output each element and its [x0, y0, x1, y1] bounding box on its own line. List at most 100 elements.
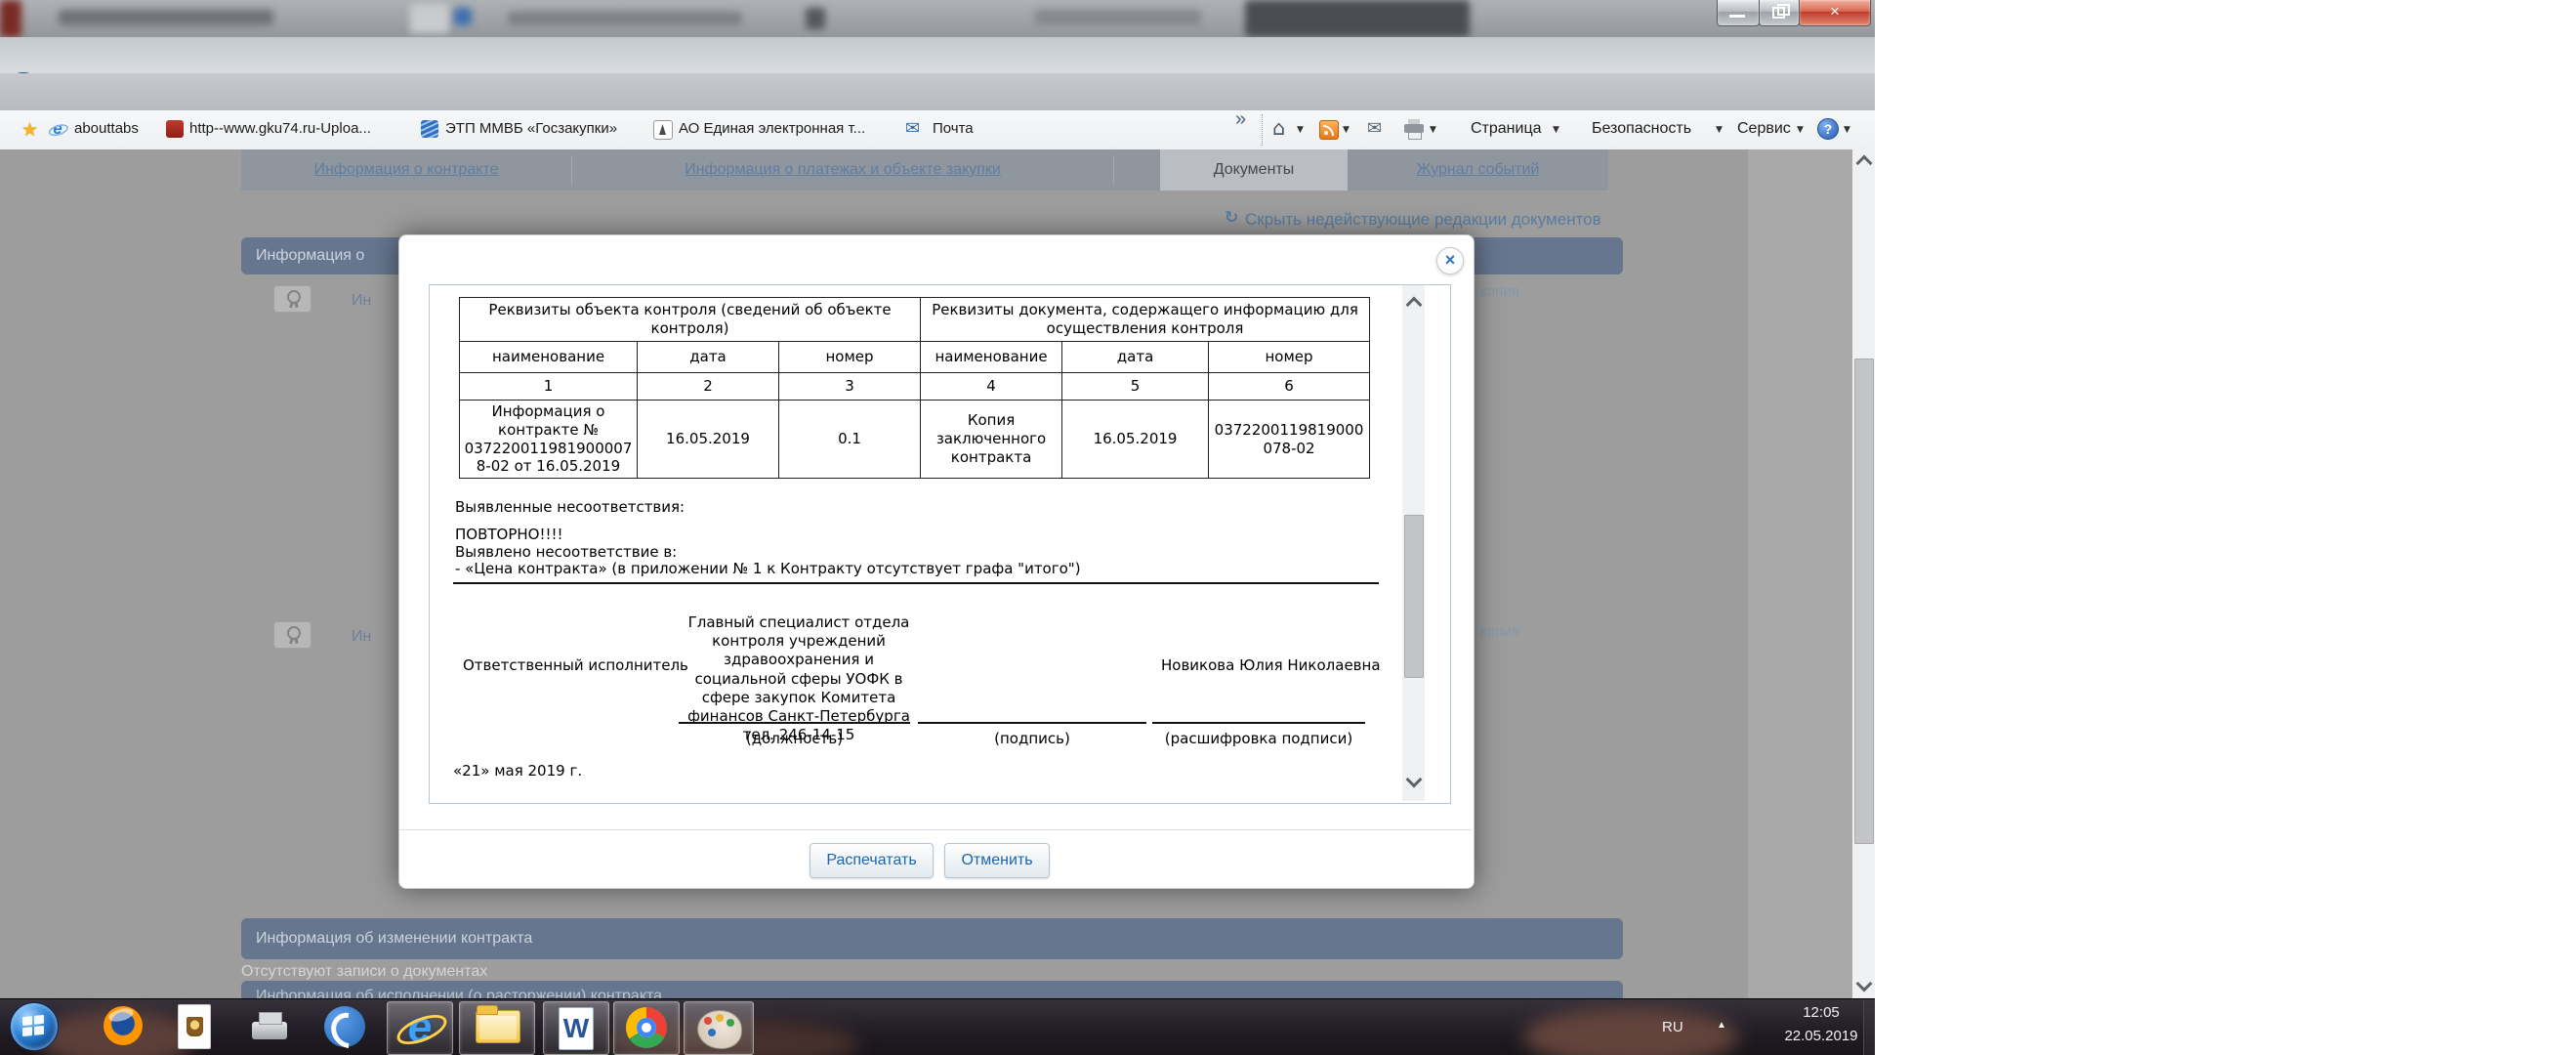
tools-caret-icon[interactable]: ▼ [1797, 125, 1804, 135]
clock-date[interactable]: 22.05.2019 [1769, 1028, 1873, 1044]
home-caret-icon[interactable]: ▼ [1297, 125, 1304, 135]
glass-blur-blob [410, 4, 449, 33]
signature-name: Новикова Юлия Николаевна [1161, 656, 1381, 674]
help-icon[interactable]: ? [1817, 118, 1839, 140]
control-requisites-table: Реквизиты объекта контроля (сведений об … [459, 297, 1370, 479]
tab-event-log[interactable]: Журнал событий [1348, 149, 1608, 190]
document-preview-area: Реквизиты объекта контроля (сведений об … [429, 284, 1451, 804]
rss-icon[interactable] [1319, 120, 1339, 140]
taskbar-explorer-button[interactable] [459, 1001, 535, 1055]
restore-button[interactable] [1759, 0, 1800, 26]
document-scrollbar-thumb[interactable] [1404, 515, 1424, 678]
security-caret-icon[interactable]: ▼ [1716, 125, 1723, 135]
scroll-up-icon[interactable] [1856, 155, 1873, 172]
favorite-mail[interactable]: Почта [933, 120, 974, 137]
document-link-fragment: Ин [352, 292, 373, 310]
modal-footer-divider [399, 829, 1472, 830]
cancel-button[interactable]: Отменить [944, 843, 1050, 878]
glass-blur-blob [508, 12, 742, 25]
menu-page[interactable]: Страница [1471, 120, 1542, 138]
show-desktop-button[interactable] [1863, 999, 1875, 1055]
copy-link-fragment[interactable]: копия [1480, 623, 1519, 640]
signature-line [1152, 722, 1365, 724]
menu-security[interactable]: Безопасность [1592, 120, 1691, 138]
taskbar-word-button[interactable]: W [543, 1001, 609, 1055]
clock-time[interactable]: 12:05 [1777, 1004, 1865, 1021]
add-favorite-star-icon[interactable]: ★ [21, 119, 38, 141]
taskbar-gerb-document-icon[interactable] [178, 1004, 211, 1049]
cell-doc-number: 0372200119819000078-02 [1209, 401, 1370, 479]
favorite-eetp[interactable]: АО Единая электронная т... [679, 120, 865, 137]
document-scrollbar[interactable] [1402, 285, 1425, 801]
help-caret-icon[interactable]: ▼ [1844, 125, 1850, 135]
favorites-bar: ★ e abouttabs http--www.gku74.ru-Uploa..… [0, 110, 1875, 150]
favorite-etp-mmvb[interactable]: ЭТП ММВБ «Госзакупки» [445, 120, 617, 137]
page-scrollbar-thumb[interactable] [1854, 359, 1874, 844]
glass-blur-blob [806, 8, 825, 29]
menu-tools[interactable]: Сервис [1737, 120, 1791, 138]
contract-tabs-strip: Информация о контракте Информация о плат… [241, 149, 1608, 190]
findings-title: Выявленные несоответствия: [455, 498, 685, 516]
col-number: 2 [638, 373, 779, 401]
tab-documents-active[interactable]: Документы [1160, 149, 1348, 190]
hide-invalid-versions-link[interactable]: Скрыть недействующие редакции документов [1245, 210, 1601, 230]
copy-link-fragment[interactable]: копия [1480, 283, 1519, 300]
favorite-abouttabs[interactable]: abouttabs [74, 120, 139, 137]
cell-object-number: 0.1 [779, 401, 921, 479]
page-right-margin [1748, 149, 1852, 998]
print-caret-icon[interactable]: ▼ [1430, 125, 1436, 135]
signature-date: «21» мая 2019 г. [453, 762, 582, 780]
col-number: 6 [1209, 373, 1370, 401]
section-header-contract-change: Информация об изменении контракта [241, 918, 1623, 959]
desktop-screenshot: × ← → ↻ https://zakupki.gov.ru/rgk/contr… [0, 0, 2576, 1055]
cell-doc-date: 16.05.2019 [1062, 401, 1209, 479]
favicon-etp-mmvb [421, 120, 438, 138]
tab-contract-information[interactable]: Информация о контракте [241, 149, 571, 190]
read-mail-icon[interactable]: ✉ [1367, 118, 1382, 139]
tab-label: Журнал событий [1417, 161, 1540, 178]
doc-scroll-up-icon[interactable] [1406, 297, 1423, 314]
caption-position: (должность) [679, 730, 910, 747]
scroll-down-icon[interactable] [1856, 976, 1873, 992]
glass-blur-blob [1035, 10, 1201, 25]
rss-caret-icon[interactable]: ▼ [1343, 125, 1350, 135]
taskbar-ie-button[interactable]: e [387, 1001, 453, 1055]
glass-blur-blob [454, 8, 472, 25]
home-icon[interactable]: ⌂ [1272, 116, 1285, 140]
col-header: номер [1209, 342, 1370, 373]
doc-scroll-down-icon[interactable] [1406, 772, 1423, 788]
document-seal-icon [273, 621, 312, 649]
col-header: наименование [460, 342, 638, 373]
print-button[interactable]: Распечатать [810, 843, 934, 878]
start-button[interactable] [10, 1002, 59, 1051]
modal-close-button[interactable]: × [1436, 247, 1464, 274]
taskbar-printer-icon[interactable] [252, 1022, 287, 1039]
favicon-gku74 [166, 120, 184, 138]
minimize-icon [1729, 15, 1745, 18]
taskbar-firefox-icon[interactable] [104, 1006, 143, 1045]
overflow-chevron-icon[interactable]: » [1235, 108, 1246, 131]
page-scrollbar[interactable] [1852, 149, 1875, 998]
table-header-object: Реквизиты объекта контроля (сведений об … [460, 298, 921, 342]
tab-divider [1113, 155, 1114, 185]
favorite-gku74[interactable]: http--www.gku74.ru-Uploa... [189, 120, 371, 137]
page-caret-icon[interactable]: ▼ [1553, 125, 1559, 135]
signature-line [679, 722, 910, 724]
signature-line [918, 722, 1146, 724]
taskbar-chrome-button[interactable] [613, 1001, 680, 1055]
close-button[interactable]: × [1799, 0, 1871, 26]
col-header: дата [1062, 342, 1209, 373]
col-header: наименование [921, 342, 1062, 373]
refresh-versions-icon[interactable]: ↻ [1225, 208, 1238, 228]
language-indicator[interactable]: RU [1662, 1019, 1683, 1035]
address-bar-row: ← → ↻ https://zakupki.gov.ru/rgk/contrac… [0, 37, 1875, 73]
tab-payments-info[interactable]: Информация о платежах и объекте закупки [572, 149, 1113, 190]
print-icon[interactable] [1404, 124, 1424, 133]
close-icon: × [1830, 2, 1840, 21]
tray-expand-icon[interactable]: ▲ [1717, 1020, 1726, 1031]
minimize-button[interactable] [1717, 0, 1760, 26]
glass-blur-blob [1245, 0, 1470, 37]
col-number: 3 [779, 373, 921, 401]
taskbar-paint-button[interactable] [684, 1001, 754, 1055]
taskbar-sputnik-browser-icon[interactable] [324, 1006, 365, 1047]
